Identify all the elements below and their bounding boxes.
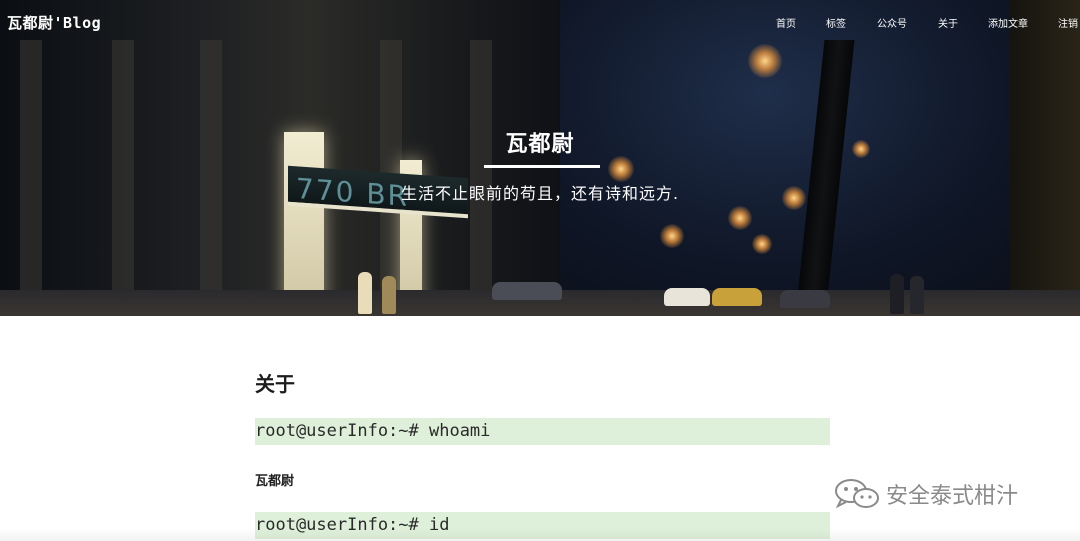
command-output: 瓦都尉 — [255, 474, 295, 489]
hero-column — [470, 40, 492, 316]
street-lamp — [608, 156, 634, 182]
pedestrian — [382, 276, 396, 314]
car — [712, 288, 762, 306]
hero-subtitle: 生活不止眼前的苟且，还有诗和远方. — [400, 184, 680, 203]
top-navigation: 首页 标签 公众号 关于 添加文章 注销 — [0, 15, 1080, 31]
nav-add-article[interactable]: 添加文章 — [988, 15, 1028, 30]
street-lamp — [728, 206, 752, 230]
nav-wechat[interactable]: 公众号 — [877, 15, 907, 30]
hero-column — [200, 40, 222, 316]
nav-home[interactable]: 首页 — [776, 15, 796, 30]
hero-lit-entrance — [284, 132, 324, 312]
hero-column — [112, 40, 134, 316]
hero-banner: 770 BR — [0, 0, 1080, 316]
street-lamp — [748, 44, 782, 78]
car — [492, 282, 562, 300]
street-lamp — [752, 234, 772, 254]
car — [780, 290, 830, 308]
nav-logout[interactable]: 注销 — [1058, 15, 1078, 30]
hero-divider — [484, 165, 600, 168]
wechat-icon — [835, 479, 879, 509]
hero-title: 瓦都尉 — [505, 132, 575, 157]
pedestrian — [358, 272, 372, 314]
pedestrian — [910, 276, 924, 314]
code-line: root@userInfo:~# whoami — [255, 418, 830, 445]
nav-tags[interactable]: 标签 — [826, 15, 846, 30]
bottom-shade — [0, 528, 1080, 541]
page-title: 关于 — [255, 372, 295, 396]
pedestrian — [890, 274, 904, 314]
nav-about[interactable]: 关于 — [938, 15, 958, 30]
car — [664, 288, 710, 306]
street-lamp — [660, 224, 684, 248]
hero-column — [20, 40, 42, 316]
wechat-watermark: 安全泰式柑汁 — [834, 476, 1018, 512]
watermark-text: 安全泰式柑汁 — [886, 484, 1019, 509]
hero-building-right — [1010, 0, 1080, 316]
